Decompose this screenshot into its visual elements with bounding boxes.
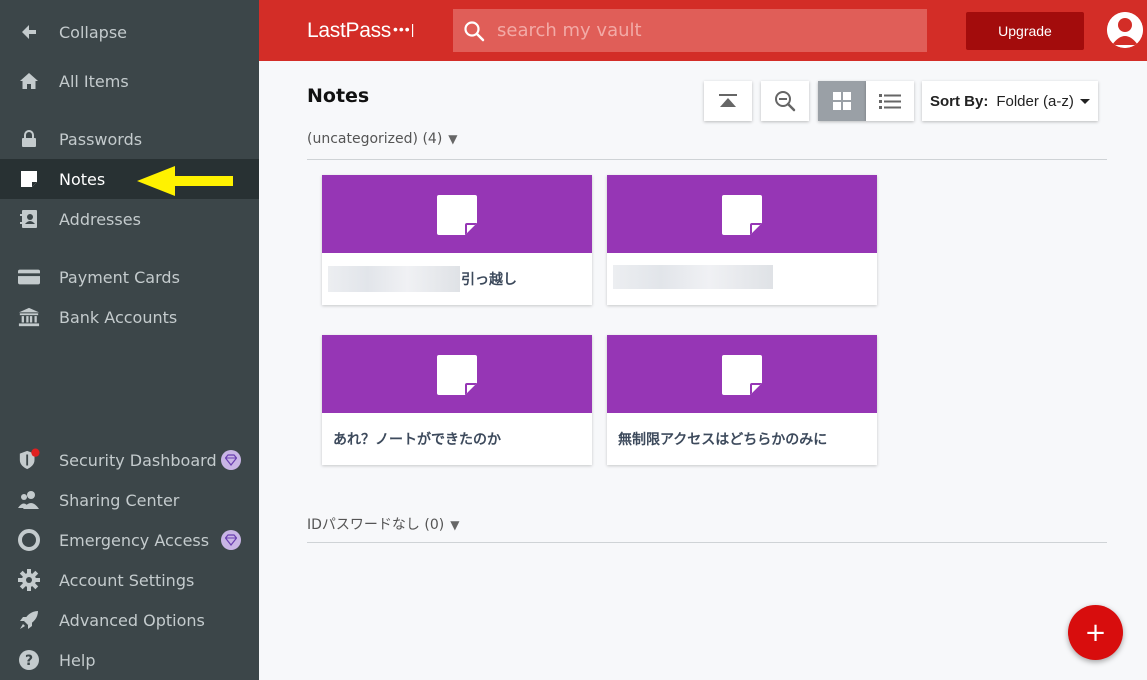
folder-label: IDパスワードなし (0) — [307, 517, 445, 533]
sidebar-item-label: Security Dashboard — [59, 450, 217, 470]
users-icon — [18, 489, 40, 511]
note-card-header — [322, 335, 592, 413]
divider — [307, 159, 1107, 160]
sidebar-item-help[interactable]: ? Help — [0, 640, 259, 680]
folder-header-no-id-password[interactable]: IDパスワードなし (0) ▼ — [307, 514, 459, 534]
svg-text:?: ? — [25, 653, 33, 669]
sidebar-item-bank-accounts[interactable]: Bank Accounts — [0, 297, 259, 337]
user-icon — [1107, 12, 1143, 48]
grid-icon — [833, 92, 851, 110]
upgrade-button[interactable]: Upgrade — [966, 12, 1084, 50]
sidebar-item-emergency-access[interactable]: Emergency Access — [0, 520, 259, 560]
note-icon — [437, 195, 477, 235]
note-card-header — [322, 175, 592, 253]
header: LastPass•••| Upgrade — [259, 0, 1147, 61]
search-input[interactable] — [497, 9, 917, 52]
folder-header-uncategorized[interactable]: (uncategorized) (4) ▼ — [307, 131, 458, 147]
note-card[interactable] — [607, 175, 877, 305]
list-view-button[interactable] — [866, 81, 914, 121]
sidebar-item-payment-cards[interactable]: Payment Cards — [0, 257, 259, 297]
avatar[interactable] — [1107, 12, 1143, 48]
sidebar-item-label: All Items — [59, 71, 129, 91]
note-title: あれ？ノートができたのか — [333, 432, 501, 448]
note-card[interactable]: 引っ越し — [322, 175, 592, 305]
list-icon — [879, 94, 901, 109]
sort-dropdown[interactable]: Sort By: Folder (a-z) — [922, 81, 1098, 121]
redacted-cover — [607, 289, 807, 301]
zoom-out-button[interactable] — [761, 81, 809, 121]
gear-icon — [18, 569, 40, 591]
note-title: 無制限アクセスはどちらかのみに — [618, 432, 828, 448]
sidebar-item-advanced-options[interactable]: Advanced Options — [0, 600, 259, 640]
sidebar-item-label: Payment Cards — [59, 267, 180, 287]
zoom-out-icon — [775, 91, 796, 112]
sidebar-item-label: Sharing Center — [59, 490, 180, 510]
help-icon: ? — [18, 649, 40, 671]
premium-diamond-icon — [221, 450, 241, 470]
add-item-button[interactable]: + — [1068, 605, 1123, 660]
note-card-header — [607, 335, 877, 413]
home-icon — [18, 70, 40, 92]
sidebar: Collapse All Items Passwords Notes Addre… — [0, 0, 259, 680]
note-card-header — [607, 175, 877, 253]
search-icon — [463, 20, 485, 46]
sidebar-item-label: Passwords — [59, 129, 143, 149]
annotation-arrow-icon — [137, 166, 233, 196]
sidebar-item-passwords[interactable]: Passwords — [0, 119, 259, 159]
sidebar-item-collapse[interactable]: Collapse — [0, 12, 259, 52]
sort-value: Folder (a-z) — [996, 92, 1074, 110]
collapse-all-button[interactable] — [704, 81, 752, 121]
premium-diamond-icon — [221, 530, 241, 550]
note-icon — [18, 168, 40, 190]
lastpass-logo: LastPass •••| — [307, 19, 416, 42]
sidebar-item-addresses[interactable]: Addresses — [0, 199, 259, 239]
redacted-text — [328, 266, 460, 292]
note-icon — [722, 355, 762, 395]
note-card[interactable]: あれ？ノートができたのか — [322, 335, 592, 465]
address-book-icon — [18, 208, 40, 230]
sort-label: Sort By: — [930, 92, 989, 110]
sidebar-item-account-settings[interactable]: Account Settings — [0, 560, 259, 600]
sidebar-item-label: Help — [59, 650, 96, 670]
sidebar-item-label: Advanced Options — [59, 610, 205, 630]
sidebar-item-label: Notes — [59, 169, 106, 189]
rocket-icon — [18, 609, 40, 631]
folder-label: (uncategorized) (4) — [307, 131, 443, 147]
caret-down-icon — [1080, 99, 1090, 104]
search-bar[interactable] — [453, 9, 927, 52]
sidebar-item-label: Emergency Access — [59, 530, 210, 550]
arrow-left-icon — [18, 21, 40, 43]
note-title: 引っ越し — [461, 272, 517, 288]
shield-icon — [18, 448, 40, 471]
note-icon — [437, 355, 477, 395]
sidebar-item-label: Bank Accounts — [59, 307, 178, 327]
life-ring-icon — [18, 529, 40, 551]
grid-view-button[interactable] — [818, 81, 866, 121]
triangle-down-icon: ▼ — [450, 518, 460, 532]
sidebar-item-security-dashboard[interactable]: Security Dashboard — [0, 440, 259, 480]
sidebar-item-label: Collapse — [59, 22, 127, 42]
sidebar-item-sharing-center[interactable]: Sharing Center — [0, 480, 259, 520]
bank-icon — [18, 306, 40, 328]
sidebar-item-all-items[interactable]: All Items — [0, 61, 259, 101]
lock-icon — [18, 128, 40, 150]
divider — [307, 542, 1107, 543]
collapse-up-icon — [719, 94, 737, 107]
credit-card-icon — [18, 266, 40, 288]
redacted-text — [613, 265, 773, 291]
page-title: Notes — [307, 85, 370, 107]
note-icon — [722, 195, 762, 235]
triangle-down-icon: ▼ — [448, 132, 458, 146]
sidebar-item-label: Account Settings — [59, 570, 195, 590]
note-card[interactable]: 無制限アクセスはどちらかのみに — [607, 335, 877, 465]
sidebar-item-label: Addresses — [59, 209, 141, 229]
